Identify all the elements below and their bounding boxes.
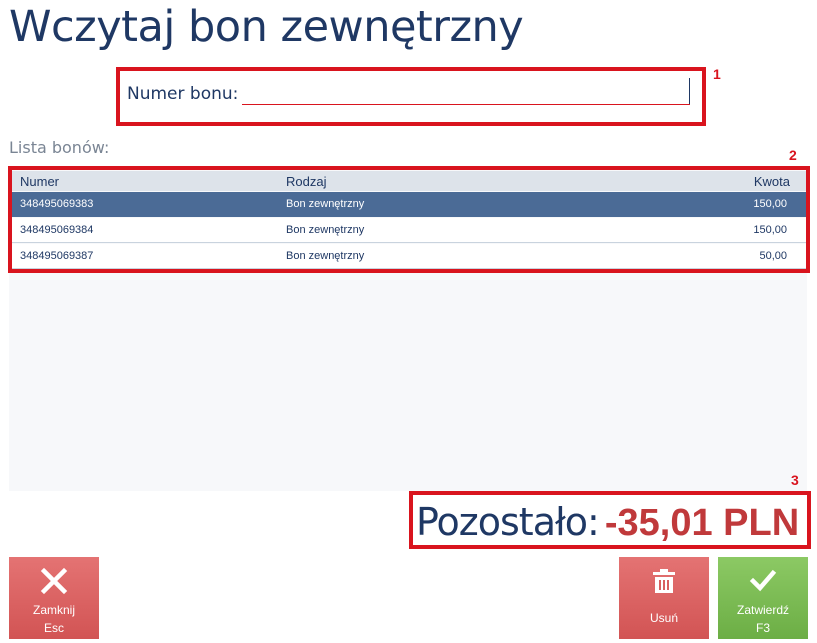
close-button-label: Zamknij [32,603,75,617]
confirm-button[interactable]: Zatwierdź F3 [718,557,808,639]
voucher-number-label: Numer bonu: [127,84,239,104]
close-button-shortcut: Esc [43,621,64,635]
callout-frame-3 [409,491,811,549]
trash-icon [619,567,709,599]
page-title: Wczytaj bon zewnętrzny [9,2,524,52]
voucher-dialog: Wczytaj bon zewnętrzny 1 Numer bonu: Lis… [0,0,817,643]
callout-frame-2 [8,166,810,273]
delete-button[interactable]: Usuń [619,557,709,639]
voucher-list-label: Lista bonów: [9,138,110,157]
delete-button-label: Usuń [649,611,678,625]
callout-number-3: 3 [791,472,799,488]
check-icon [718,567,808,599]
confirm-button-shortcut: F3 [755,621,770,635]
voucher-number-input[interactable] [242,80,690,105]
confirm-button-label: Zatwierdź [736,603,789,617]
callout-number-2: 2 [789,147,797,163]
close-button[interactable]: Zamknij Esc [9,557,99,639]
close-icon [9,567,99,599]
callout-number-1: 1 [713,66,721,82]
text-cursor [689,78,690,104]
